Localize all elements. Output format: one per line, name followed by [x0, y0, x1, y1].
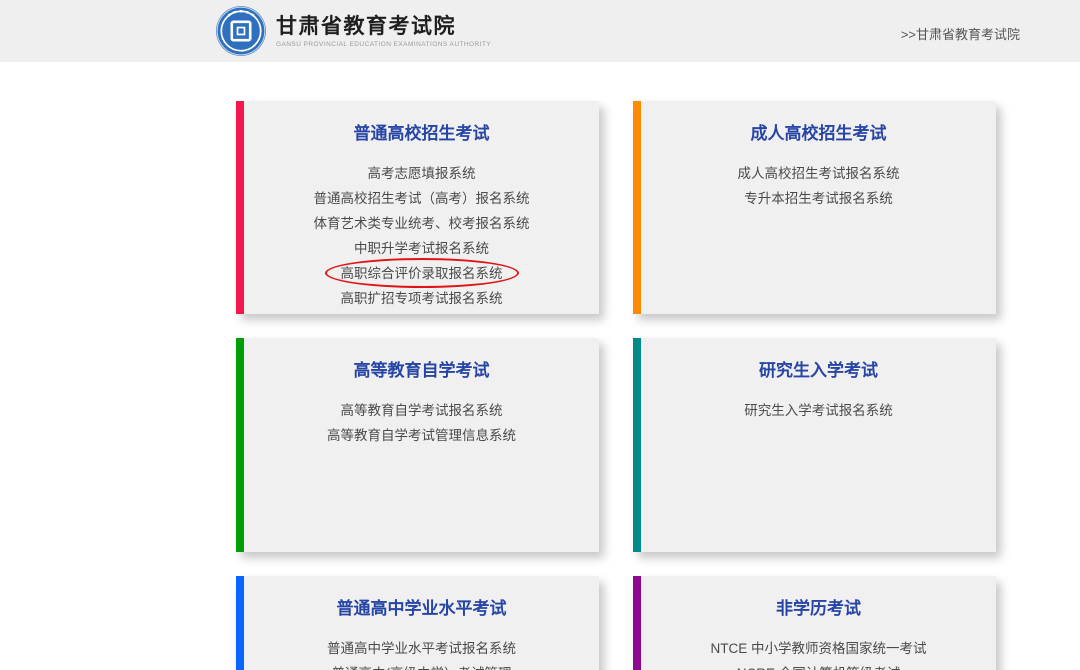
system-link[interactable]: 高等教育自学考试报名系统	[341, 403, 503, 418]
system-link[interactable]: 成人高校招生考试报名系统	[738, 166, 900, 181]
card-accent-stripe	[236, 101, 244, 314]
system-link[interactable]: 中职升学考试报名系统	[354, 241, 489, 256]
card-non-degree-exam: 非学历考试 NTCE 中小学教师资格国家统一考试 NCRE 全国计算机等级考试	[633, 576, 996, 670]
list-item: 成人高校招生考试报名系统	[655, 161, 982, 186]
home-link[interactable]: >>甘肃省教育考试院	[901, 24, 1020, 43]
system-link[interactable]: 专升本招生考试报名系统	[744, 191, 893, 206]
system-link[interactable]: 普通高校招生考试（高考）报名系统	[314, 191, 530, 206]
list-item: 体育艺术类专业统考、校考报名系统	[258, 211, 585, 236]
card-title: 研究生入学考试	[655, 360, 982, 381]
list-item: NTCE 中小学教师资格国家统一考试	[655, 636, 982, 661]
list-item: 普通高中(高级中学）考试管理	[258, 661, 585, 670]
card-general-college-exam: 普通高校招生考试 高考志愿填报系统 普通高校招生考试（高考）报名系统 体育艺术类…	[236, 101, 599, 314]
card-title: 成人高校招生考试	[655, 123, 982, 144]
system-link-list: 普通高中学业水平考试报名系统 普通高中(高级中学）考试管理	[258, 636, 585, 670]
card-accent-stripe	[236, 338, 244, 552]
list-item: 高职综合评价录取报名系统	[258, 261, 585, 286]
brand-name: 甘肃省教育考试院	[276, 14, 491, 40]
list-item: 中职升学考试报名系统	[258, 236, 585, 261]
system-link-list: 研究生入学考试报名系统	[655, 398, 982, 423]
system-link[interactable]: 高等教育自学考试管理信息系统	[327, 428, 516, 443]
card-accent-stripe	[633, 576, 641, 670]
site-header: 甘肃省教育考试院 GANSU PROVINCIAL EDUCATION EXAM…	[0, 0, 1080, 62]
system-link-list: 高等教育自学考试报名系统 高等教育自学考试管理信息系统	[258, 398, 585, 448]
system-link[interactable]: 高考志愿填报系统	[368, 166, 476, 181]
list-item: 普通高校招生考试（高考）报名系统	[258, 186, 585, 211]
card-high-school-level-exam: 普通高中学业水平考试 普通高中学业水平考试报名系统 普通高中(高级中学）考试管理	[236, 576, 599, 670]
system-link-list: NTCE 中小学教师资格国家统一考试 NCRE 全国计算机等级考试	[655, 636, 982, 670]
card-title: 高等教育自学考试	[258, 360, 585, 381]
system-link[interactable]: NTCE 中小学教师资格国家统一考试	[711, 641, 927, 656]
brand: 甘肃省教育考试院 GANSU PROVINCIAL EDUCATION EXAM…	[215, 5, 491, 57]
card-title: 非学历考试	[655, 598, 982, 619]
card-graduate-exam: 研究生入学考试 研究生入学考试报名系统	[633, 338, 996, 552]
list-item: 高考志愿填报系统	[258, 161, 585, 186]
brand-text: 甘肃省教育考试院 GANSU PROVINCIAL EDUCATION EXAM…	[276, 14, 491, 48]
highlighted-link-wrapper: 高职综合评价录取报名系统	[339, 261, 505, 286]
system-link[interactable]: 普通高中(高级中学）考试管理	[332, 666, 512, 670]
system-link[interactable]: 高职扩招专项考试报名系统	[341, 291, 503, 306]
list-item: NCRE 全国计算机等级考试	[655, 661, 982, 670]
exam-card-grid: 普通高校招生考试 高考志愿填报系统 普通高校招生考试（高考）报名系统 体育艺术类…	[236, 101, 996, 670]
system-link-list: 成人高校招生考试报名系统 专升本招生考试报名系统	[655, 161, 982, 211]
card-adult-college-exam: 成人高校招生考试 成人高校招生考试报名系统 专升本招生考试报名系统	[633, 101, 996, 314]
list-item: 高等教育自学考试报名系统	[258, 398, 585, 423]
system-link[interactable]: 体育艺术类专业统考、校考报名系统	[314, 216, 530, 231]
list-item: 普通高中学业水平考试报名系统	[258, 636, 585, 661]
list-item: 专升本招生考试报名系统	[655, 186, 982, 211]
card-self-study-exam: 高等教育自学考试 高等教育自学考试报名系统 高等教育自学考试管理信息系统	[236, 338, 599, 552]
system-link-list: 高考志愿填报系统 普通高校招生考试（高考）报名系统 体育艺术类专业统考、校考报名…	[258, 161, 585, 311]
card-title: 普通高校招生考试	[258, 123, 585, 144]
system-link[interactable]: NCRE 全国计算机等级考试	[737, 666, 901, 670]
system-link[interactable]: 研究生入学考试报名系统	[744, 403, 893, 418]
card-accent-stripe	[633, 338, 641, 552]
card-accent-stripe	[236, 576, 244, 670]
brand-name-english: GANSU PROVINCIAL EDUCATION EXAMINATIONS …	[276, 41, 491, 48]
card-title: 普通高中学业水平考试	[258, 598, 585, 619]
list-item: 高等教育自学考试管理信息系统	[258, 423, 585, 448]
list-item: 研究生入学考试报名系统	[655, 398, 982, 423]
system-link[interactable]: 普通高中学业水平考试报名系统	[327, 641, 516, 656]
system-link-highlighted[interactable]: 高职综合评价录取报名系统	[341, 266, 503, 281]
list-item: 高职扩招专项考试报名系统	[258, 286, 585, 311]
card-accent-stripe	[633, 101, 641, 314]
gansu-education-logo-icon	[215, 5, 267, 57]
